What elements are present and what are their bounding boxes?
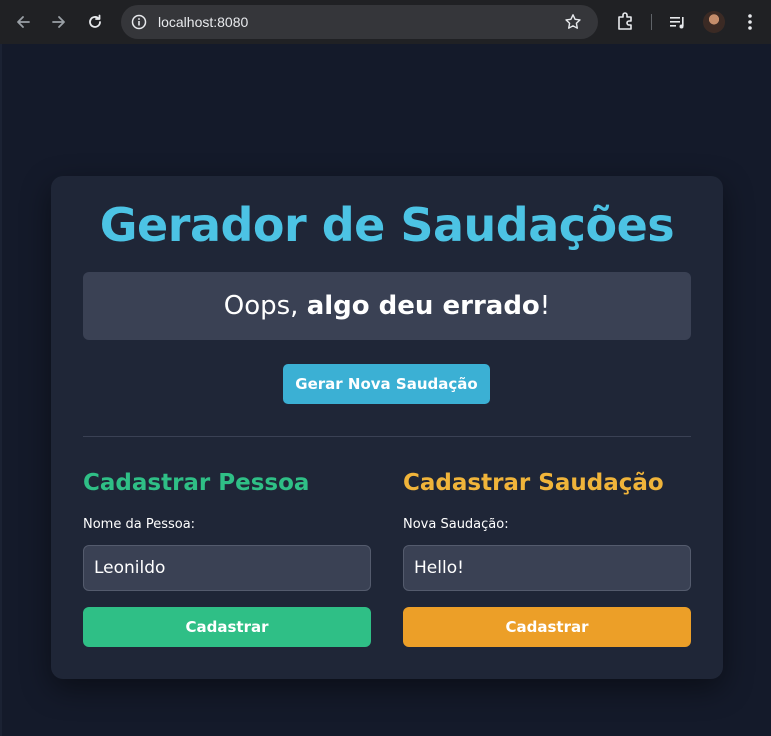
- back-arrow-icon[interactable]: [11, 10, 35, 34]
- register-greeting-button[interactable]: Cadastrar: [403, 607, 691, 647]
- greeting-message-box: Oops, algo deu errado!: [83, 272, 691, 340]
- new-greeting-label: Nova Saudação:: [403, 517, 509, 532]
- new-greeting-input[interactable]: [403, 545, 691, 591]
- url-text[interactable]: localhost:8080: [158, 14, 248, 30]
- person-name-input[interactable]: [83, 545, 371, 591]
- register-person-title: Cadastrar Pessoa: [83, 470, 310, 496]
- page-viewport: Gerador de Saudações Oops, algo deu erra…: [0, 44, 771, 736]
- media-controls-icon[interactable]: [668, 12, 688, 32]
- generate-greeting-button[interactable]: Gerar Nova Saudação: [283, 364, 490, 404]
- window-edge: [0, 44, 2, 736]
- toolbar-separator: [651, 14, 652, 30]
- bookmark-star-icon[interactable]: [564, 13, 582, 31]
- person-name-label: Nome da Pessoa:: [83, 517, 196, 532]
- address-bar[interactable]: localhost:8080: [121, 5, 598, 39]
- site-info-icon[interactable]: [129, 12, 149, 32]
- message-prefix: Oops,: [223, 291, 307, 321]
- extensions-icon[interactable]: [614, 10, 636, 32]
- kebab-menu-icon[interactable]: [740, 10, 760, 34]
- reload-icon[interactable]: [83, 10, 107, 34]
- forward-arrow-icon[interactable]: [47, 10, 71, 34]
- message-bold: algo deu errado: [306, 291, 540, 321]
- profile-avatar[interactable]: [703, 11, 725, 33]
- register-person-button[interactable]: Cadastrar: [83, 607, 371, 647]
- page-title: Gerador de Saudações: [99, 198, 675, 252]
- message-suffix: !: [539, 291, 551, 321]
- greeting-generator-card: Gerador de Saudações Oops, algo deu erra…: [51, 176, 723, 679]
- browser-toolbar: localhost:8080: [0, 0, 771, 44]
- section-divider: [83, 436, 691, 437]
- register-greeting-title: Cadastrar Saudação: [403, 470, 664, 496]
